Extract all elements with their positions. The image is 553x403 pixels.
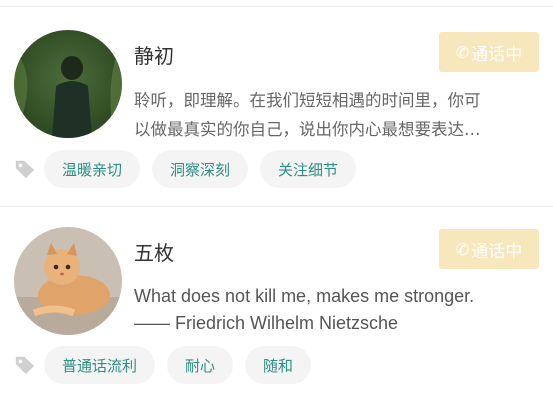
tag-icon (15, 160, 35, 179)
call-status-button[interactable]: ✆ 通话中 (439, 32, 539, 72)
counselor-bio: What does not kill me, makes me stronger… (134, 283, 534, 337)
tag[interactable]: 普通话流利 (44, 346, 156, 384)
phone-icon: ✆ (455, 42, 470, 62)
call-status-label: 通话中 (471, 241, 523, 262)
counselor-card[interactable]: 静初 ✆ 通话中 聆听，即理解。在我们短短相遇的时间里，你可 以做最真实的你自己… (0, 0, 553, 205)
bio-line: 以做最真实的你自己，说出你内心最想要表达… (134, 120, 481, 139)
phone-icon: ✆ (455, 239, 470, 259)
counselor-name: 五枚 (134, 241, 174, 265)
counselor-bio: 聆听，即理解。在我们短短相遇的时间里，你可 以做最真实的你自己，说出你内心最想要… (134, 86, 534, 144)
tag-icon (15, 356, 35, 375)
tag[interactable]: 洞察深刻 (152, 150, 249, 188)
tag[interactable]: 随和 (245, 346, 312, 384)
tag[interactable]: 温暖亲切 (44, 150, 141, 188)
avatar[interactable] (14, 30, 122, 138)
call-status-button[interactable]: ✆ 通话中 (439, 229, 539, 269)
bio-line: —— Friedrich Wilhelm Nietzsche (134, 313, 399, 333)
tag-list: 温暖亲切 洞察深刻 关注细节 (14, 150, 368, 188)
bio-line: 聆听，即理解。在我们短短相遇的时间里，你可 (134, 91, 481, 110)
avatar[interactable] (14, 227, 122, 335)
tag[interactable]: 耐心 (167, 346, 234, 384)
tag-list: 普通话流利 耐心 随和 (14, 346, 323, 384)
bio-line: What does not kill me, makes me stronger… (134, 286, 475, 306)
call-status-label: 通话中 (471, 44, 523, 65)
counselor-name: 静初 (134, 44, 174, 68)
counselor-card[interactable]: 五枚 ✆ 通话中 What does not kill me, makes me… (0, 207, 553, 403)
tag[interactable]: 关注细节 (260, 150, 357, 188)
